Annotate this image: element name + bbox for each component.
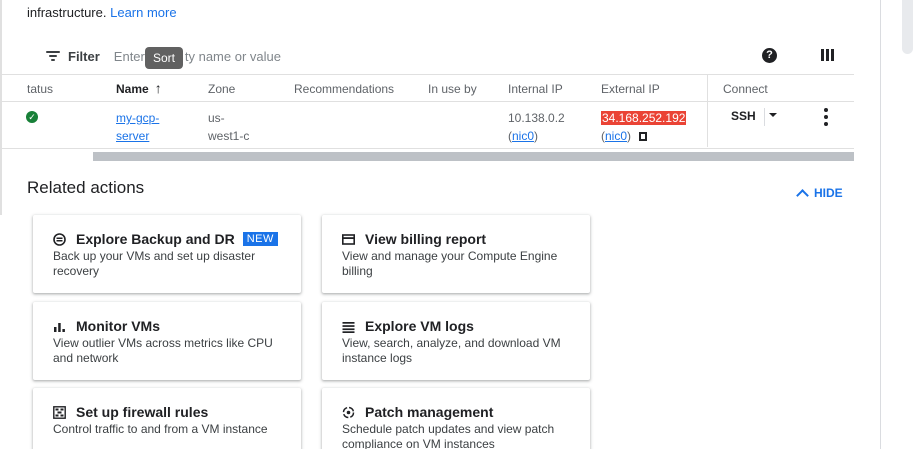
card-title: Set up firewall rules (76, 404, 209, 420)
vm-name-line1[interactable]: my-gcp- (116, 111, 159, 125)
card-title: Patch management (365, 404, 494, 420)
internal-ip-value: 10.138.0.2 (508, 111, 565, 125)
column-display-icon[interactable] (821, 49, 834, 61)
new-badge: NEW (242, 232, 278, 246)
filter-label[interactable]: Filter (68, 49, 100, 64)
sort-ascending-icon[interactable]: ↑ (155, 81, 162, 95)
main-content: infrastructure. Learn more Filter Enter t… (0, 0, 880, 449)
horizontal-scrollbar[interactable] (93, 152, 854, 161)
intro-label: infrastructure. (27, 5, 107, 20)
external-ip-value[interactable]: 34.168.252.192 (601, 111, 687, 125)
header-in-use-by[interactable]: In use by (428, 82, 477, 96)
sort-tooltip: Sort (145, 47, 184, 69)
status-ok-icon: ✓ (26, 111, 38, 123)
card-firewall-rules[interactable]: Set up firewall rules Control traffic to… (33, 388, 301, 449)
related-actions-title: Related actions (27, 178, 145, 197)
card-description: Control traffic to and from a VM instanc… (53, 422, 268, 436)
header-zone[interactable]: Zone (208, 82, 235, 96)
ssh-divider (764, 108, 765, 126)
card-title: View billing report (365, 231, 487, 247)
help-icon[interactable]: ? (762, 48, 777, 63)
filter-placeholder-start: Enter (113, 48, 145, 64)
card-description: View outlier VMs across metrics like CPU… (53, 336, 273, 365)
more-actions-icon[interactable] (824, 108, 828, 126)
copy-icon[interactable] (639, 132, 648, 141)
header-connect: Connect (723, 82, 768, 96)
card-title: Explore VM logs (365, 318, 474, 334)
vm-zone: us- west1-c (208, 109, 249, 145)
header-status[interactable]: tatus (27, 82, 53, 96)
table-row: ✓ my-gcp- server us- west1-c 10.138.0.2 … (0, 102, 854, 149)
billing-icon (342, 233, 355, 246)
hide-button[interactable]: HIDE (796, 186, 843, 202)
card-description: View, search, analyze, and download VM i… (342, 336, 561, 365)
hide-label: HIDE (814, 186, 843, 200)
card-description: View and manage your Compute Engine bill… (342, 249, 558, 278)
right-side-panel (880, 0, 913, 449)
header-recommendations[interactable]: Recommendations (294, 82, 394, 96)
filter-icon[interactable] (46, 49, 60, 63)
vm-internal-ip: 10.138.0.2 (nic0) (508, 111, 565, 143)
vm-external-ip: 34.168.252.192 (nic0) (601, 111, 687, 143)
header-internal-ip[interactable]: Internal IP (508, 82, 563, 96)
card-title: Monitor VMs (76, 318, 160, 334)
backup-icon (53, 232, 66, 246)
filter-input[interactable]: Enter ty name or value (114, 49, 281, 64)
card-title: Explore Backup and DR (76, 231, 235, 247)
vertical-scrollbar-thumb[interactable] (902, 0, 913, 54)
vm-zone-line1: us- (208, 111, 225, 125)
ssh-button[interactable]: SSH (731, 109, 756, 123)
intro-text: infrastructure. Learn more (27, 5, 177, 20)
external-nic-link[interactable]: nic0 (605, 129, 627, 143)
learn-more-link[interactable]: Learn more (110, 5, 176, 20)
card-description: Schedule patch updates and view patch co… (342, 422, 555, 449)
monitor-icon (53, 320, 66, 333)
header-name-label: Name (116, 82, 149, 96)
table-header: tatus Name ↑ Zone Recommendations In use … (0, 74, 854, 102)
logs-icon (342, 320, 355, 333)
header-external-ip[interactable]: External IP (601, 82, 660, 96)
card-vm-logs[interactable]: Explore VM logs View, search, analyze, a… (322, 302, 590, 380)
card-backup-dr[interactable]: Explore Backup and DR NEW Back up your V… (33, 215, 301, 293)
instances-table: tatus Name ↑ Zone Recommendations In use … (0, 74, 854, 149)
vm-name-line2[interactable]: server (116, 129, 149, 143)
card-billing-report[interactable]: View billing report View and manage your… (322, 215, 590, 293)
patch-icon (342, 406, 355, 419)
card-description: Back up your VMs and set up disaster rec… (53, 249, 256, 278)
ssh-dropdown-icon[interactable] (769, 113, 777, 117)
vm-name-link[interactable]: my-gcp- server (116, 109, 159, 145)
firewall-icon (53, 405, 66, 419)
chevron-up-icon (796, 188, 809, 202)
internal-nic-link[interactable]: nic0 (512, 129, 534, 143)
filter-placeholder-end: ty name or value (184, 48, 281, 64)
card-patch-management[interactable]: Patch management Schedule patch updates … (322, 388, 590, 449)
vm-zone-line2: west1-c (208, 129, 250, 143)
card-monitor-vms[interactable]: Monitor VMs View outlier VMs across metr… (33, 302, 301, 380)
header-name[interactable]: Name ↑ (116, 81, 162, 96)
